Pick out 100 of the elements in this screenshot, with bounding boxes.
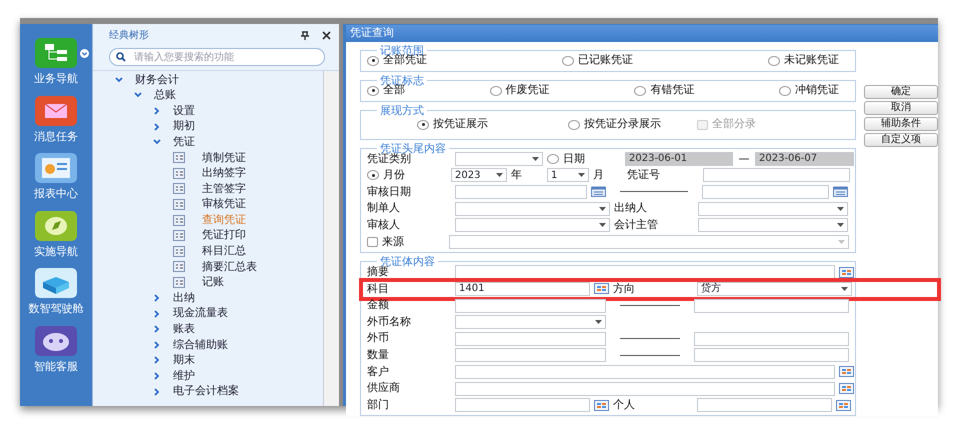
radio-label[interactable]: 冲销凭证: [794, 82, 839, 99]
radio-button[interactable]: [417, 120, 429, 130]
input-field[interactable]: [455, 382, 835, 396]
chevron-right-icon[interactable]: [153, 294, 162, 302]
input-field[interactable]: [702, 184, 829, 199]
tree-item[interactable]: 填制凭证: [202, 150, 246, 166]
nav-item-label[interactable]: 智能客服: [34, 358, 78, 375]
dropdown-field[interactable]: [455, 315, 606, 330]
chart-icon[interactable]: [35, 153, 78, 183]
chevron-down-icon[interactable]: [153, 138, 162, 146]
input-field[interactable]: [455, 348, 606, 362]
radio-label[interactable]: 按凭证分录展示: [584, 116, 661, 133]
radio-label[interactable]: 已记账凭证: [578, 52, 633, 69]
tree-item[interactable]: 记账: [202, 274, 224, 291]
chevron-right-icon[interactable]: [153, 356, 162, 364]
radio-button[interactable]: [367, 56, 379, 66]
input-field[interactable]: [455, 298, 606, 313]
dialog-button[interactable]: 确定: [864, 84, 938, 98]
dropdown-field[interactable]: [455, 218, 610, 232]
radio-button[interactable]: [547, 154, 559, 164]
radio-label[interactable]: 日期: [563, 150, 585, 168]
dropdown-field[interactable]: 贷方: [697, 282, 852, 296]
radio-button[interactable]: [634, 86, 646, 96]
radio-label[interactable]: 有错凭证: [650, 82, 694, 99]
chevron-right-icon[interactable]: [153, 372, 162, 380]
calendar-icon[interactable]: [833, 186, 848, 198]
chevron-right-icon[interactable]: [153, 388, 162, 396]
radio-button[interactable]: [367, 86, 379, 96]
input-field[interactable]: [694, 348, 849, 362]
close-icon[interactable]: [322, 30, 331, 40]
checkbox-label[interactable]: 来源: [382, 234, 404, 250]
robot-icon[interactable]: [35, 326, 78, 356]
input-field[interactable]: [703, 168, 850, 182]
lookup-icon[interactable]: [839, 383, 854, 394]
dropdown-field[interactable]: 1: [547, 168, 589, 182]
envelope-icon[interactable]: [35, 96, 78, 126]
chevron-down-icon[interactable]: [134, 91, 142, 100]
tree-item[interactable]: 主管签字: [202, 180, 246, 198]
tree-item[interactable]: 设置: [173, 102, 196, 120]
radio-button[interactable]: [778, 86, 791, 96]
chevron-right-icon[interactable]: [153, 106, 162, 115]
pin-icon[interactable]: [300, 30, 310, 40]
lookup-icon[interactable]: [839, 266, 854, 278]
nav-item-label[interactable]: 消息任务: [34, 128, 78, 145]
tree-item[interactable]: 摘要汇总表: [202, 258, 258, 276]
nav-item-label[interactable]: 报表中心: [34, 186, 78, 202]
radio-label[interactable]: 作废凭证: [506, 82, 550, 99]
radio-button[interactable]: [768, 56, 780, 66]
dialog-button[interactable]: 取消: [864, 100, 938, 114]
lookup-icon[interactable]: [839, 366, 854, 378]
radio-button[interactable]: [562, 56, 574, 66]
tree-item[interactable]: 现金流量表: [173, 305, 228, 322]
tree-icon[interactable]: [35, 38, 78, 68]
tree-item[interactable]: 出纳: [173, 290, 196, 306]
lookup-icon[interactable]: [836, 400, 851, 411]
dropdown-field[interactable]: [698, 218, 848, 232]
scrollbar[interactable]: [323, 71, 339, 406]
tree-item[interactable]: 审核凭证: [202, 196, 246, 213]
lookup-icon[interactable]: [594, 283, 609, 294]
tree-item[interactable]: 电子会计档案: [173, 383, 240, 400]
dialog-button[interactable]: 辅助条件: [864, 116, 938, 130]
tree-item[interactable]: 综合辅助账: [173, 336, 228, 354]
tree-item[interactable]: 凭证打印: [202, 227, 246, 244]
input-field[interactable]: 1401: [455, 282, 590, 296]
dropdown-field[interactable]: [455, 152, 543, 166]
radio-label[interactable]: 按凭证展示: [433, 116, 488, 133]
tree-item[interactable]: 科目汇总: [202, 243, 246, 260]
input-field[interactable]: [697, 398, 832, 412]
radio-button[interactable]: [367, 170, 379, 180]
radio-label[interactable]: 月份: [383, 167, 405, 184]
radio-label[interactable]: 未记账凭证: [784, 52, 839, 69]
cube-icon[interactable]: [35, 268, 78, 298]
dropdown-field[interactable]: 2023: [451, 168, 507, 182]
chevron-right-icon[interactable]: [153, 310, 162, 318]
chevron-right-icon[interactable]: [153, 122, 162, 131]
radio-button[interactable]: [568, 120, 580, 130]
tree-item[interactable]: 出纳签字: [202, 165, 246, 182]
radio-button[interactable]: [490, 86, 502, 96]
input-field[interactable]: [694, 298, 849, 313]
calendar-icon[interactable]: [591, 186, 606, 198]
tree-item[interactable]: 总账: [154, 87, 176, 104]
input-field[interactable]: [455, 364, 835, 379]
chevron-right-icon[interactable]: [153, 325, 162, 334]
checkbox[interactable]: [367, 236, 378, 247]
tree-item[interactable]: 期初: [173, 118, 196, 135]
input-field[interactable]: [455, 265, 835, 280]
lookup-icon[interactable]: [594, 400, 609, 411]
tree-item[interactable]: 财务会计: [135, 72, 180, 88]
tree-item[interactable]: 期末: [173, 352, 196, 369]
nav-item-label[interactable]: 数智驾驶舱: [28, 301, 84, 318]
tree-item[interactable]: 维护: [173, 368, 196, 384]
input-field[interactable]: [694, 332, 849, 346]
dialog-button[interactable]: 自定义项: [864, 132, 938, 146]
input-field[interactable]: [455, 398, 590, 412]
compass-icon[interactable]: [35, 210, 78, 240]
input-field[interactable]: [455, 332, 606, 346]
nav-item-label[interactable]: 业务导航: [34, 71, 78, 88]
dropdown-field[interactable]: [698, 202, 848, 216]
nav-item-label[interactable]: 实施导航: [34, 244, 78, 260]
chevron-down-icon[interactable]: [115, 76, 124, 84]
